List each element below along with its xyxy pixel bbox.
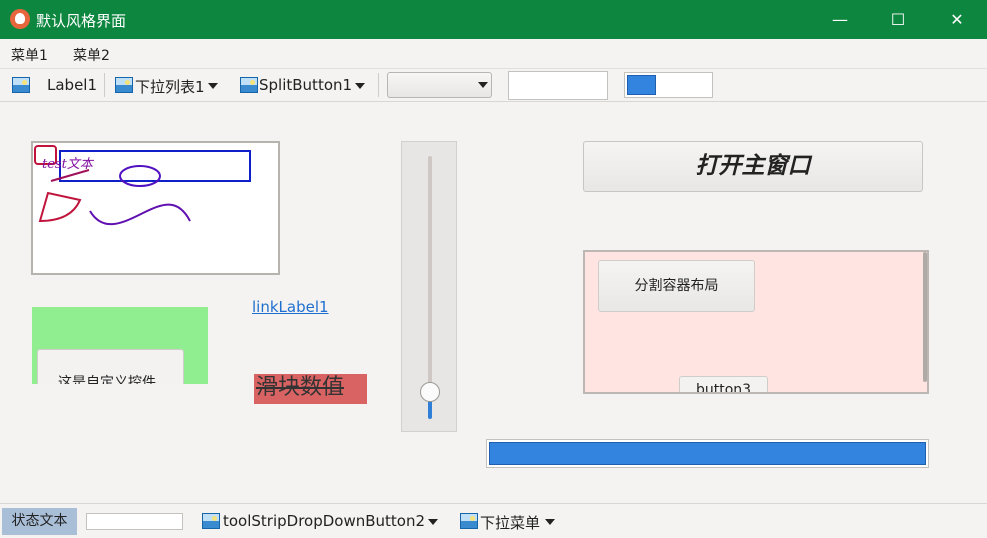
link-label[interactable]: linkLabel1	[252, 298, 329, 316]
close-button[interactable]: ✕	[928, 0, 986, 39]
dropdown2-label: toolStripDropDownButton2	[223, 512, 426, 530]
chevron-down-icon	[428, 519, 438, 525]
custom-control-panel: 这是自定义控件	[32, 307, 208, 384]
minimize-button[interactable]: —	[811, 0, 869, 39]
status-dropdown-menu[interactable]: 下拉菜单	[459, 504, 559, 538]
toolbar-dropdown1[interactable]: 下拉列表1	[113, 69, 223, 102]
status-progress-bar	[86, 513, 183, 530]
status-text: 状态文本	[2, 508, 77, 535]
chevron-down-icon	[478, 82, 488, 88]
canvas-curve	[89, 203, 191, 226]
chevron-down-icon	[545, 519, 555, 525]
app-icon	[10, 9, 30, 29]
slider-thumb[interactable]	[420, 382, 440, 402]
vertical-slider[interactable]	[401, 141, 457, 432]
image-icon	[12, 77, 30, 93]
drawing-canvas: test文本	[31, 141, 280, 275]
status-bar: 状态文本 toolStripDropDownButton2 下拉菜单	[0, 503, 987, 538]
toolbar: Label1 下拉列表1 SplitButton1	[0, 69, 987, 102]
title-bar: 默认风格界面 — ☐ ✕	[0, 0, 987, 39]
canvas-ellipse	[119, 165, 161, 187]
slider-fill	[428, 400, 432, 419]
toolbar-text-box[interactable]	[508, 71, 608, 100]
dropdown-menu-label: 下拉菜单	[480, 514, 541, 532]
split-layout-button[interactable]: 分割容器布局	[598, 260, 755, 312]
chevron-down-icon	[355, 83, 365, 89]
menu-item-1[interactable]: 菜单1	[11, 45, 48, 65]
image-icon	[115, 77, 133, 93]
image-icon	[460, 513, 478, 529]
maximize-button[interactable]: ☐	[869, 0, 927, 39]
status-dropdown-button2[interactable]: toolStripDropDownButton2	[201, 504, 443, 538]
progress-fill	[489, 442, 926, 465]
toolbar-label1: Label1	[47, 76, 98, 94]
toolbar-separator	[378, 73, 379, 97]
custom-control-button[interactable]: 这是自定义控件	[37, 349, 184, 384]
canvas-drawing: test文本	[34, 145, 251, 226]
toolbar-progress-bar	[624, 72, 713, 98]
chevron-down-icon	[208, 83, 218, 89]
canvas-pie	[38, 191, 82, 223]
slider-track	[428, 156, 432, 418]
dropdown1-label: 下拉列表1	[135, 78, 205, 96]
toolbar-separator	[104, 73, 105, 97]
button3[interactable]: button3	[679, 376, 768, 392]
split-container: 分割容器布局 button3	[583, 250, 929, 394]
image-icon	[240, 77, 258, 93]
slider-value-label: 滑块数值	[254, 374, 367, 404]
main-progress-bar	[486, 439, 929, 468]
menu-item-2[interactable]: 菜单2	[73, 45, 110, 65]
image-icon	[202, 513, 220, 529]
split-button1-label: SplitButton1	[259, 76, 353, 94]
menu-bar: 菜单1 菜单2	[0, 39, 987, 69]
vertical-scrollbar[interactable]	[923, 252, 927, 382]
window-title: 默认风格界面	[36, 12, 127, 30]
toolbar-split-button1[interactable]: SplitButton1	[238, 69, 368, 102]
progress-fill	[627, 75, 657, 95]
toolbar-combo-box[interactable]	[387, 72, 492, 98]
canvas-text: test文本	[42, 156, 95, 172]
open-main-window-button[interactable]: 打开主窗口	[583, 141, 923, 192]
